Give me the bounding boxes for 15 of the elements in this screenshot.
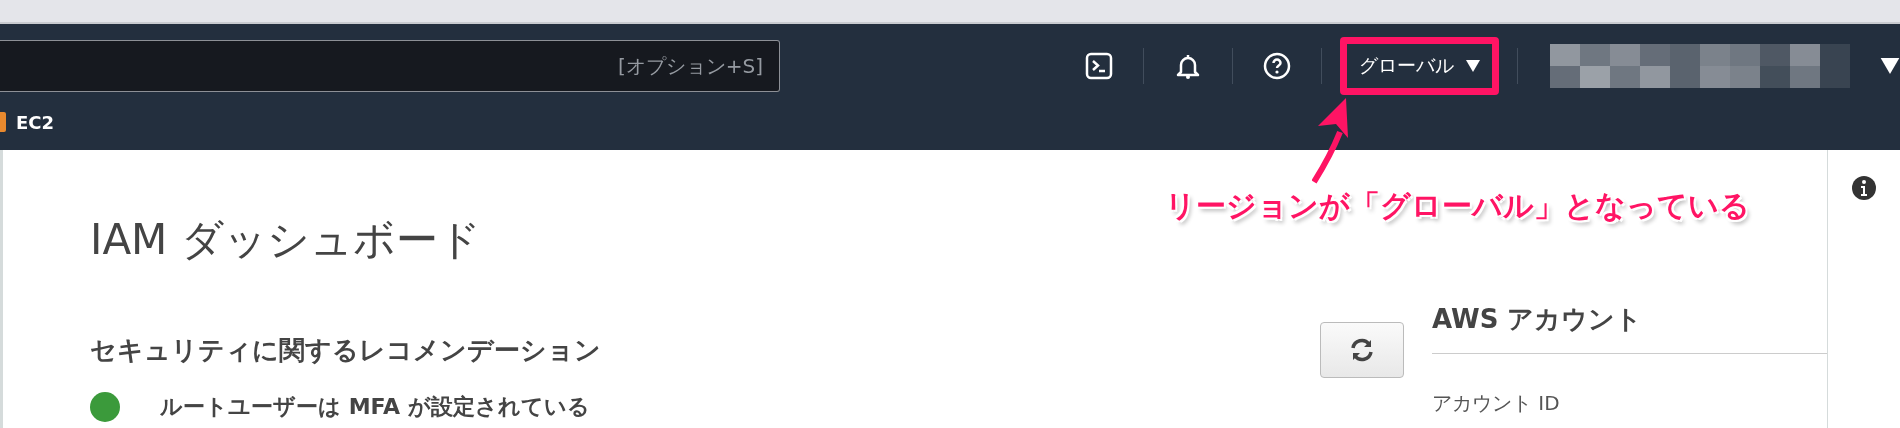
field-label: アカウント ID [1432, 390, 1561, 417]
caret-icon [1466, 60, 1480, 72]
section-title: セキュリティに関するレコメンデーション [90, 333, 601, 367]
refresh-icon [1349, 337, 1375, 363]
page-title: IAM ダッシュボード [90, 214, 482, 266]
panel-title: AWS アカウント [1432, 302, 1827, 354]
service-icon [0, 112, 6, 132]
region-menu[interactable]: グローバル [1340, 37, 1499, 95]
info-icon[interactable] [1852, 176, 1876, 200]
recommendation-text: ルートユーザーは MFA が設定されている [160, 393, 590, 421]
favorite-link[interactable]: EC2 [16, 111, 55, 133]
refresh-button[interactable] [1320, 322, 1404, 378]
search-field[interactable]: [オプション+S] [0, 40, 780, 92]
annotation-text: リージョンが「グローバル」となっている [1165, 187, 1750, 225]
caret-icon[interactable] [1880, 58, 1900, 74]
